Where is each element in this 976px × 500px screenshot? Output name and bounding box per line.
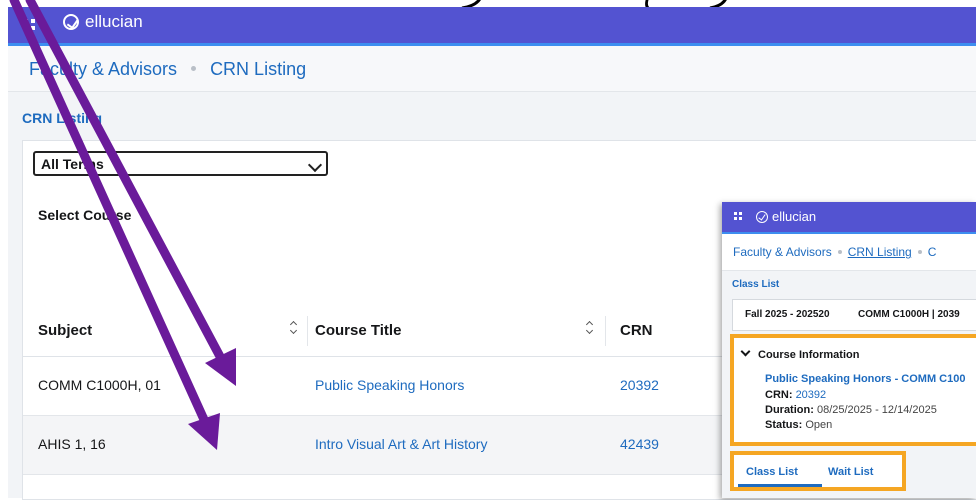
annotation-arrow [25,0,236,386]
annotation-arrows [9,0,236,450]
annotation-arrow [9,0,220,450]
